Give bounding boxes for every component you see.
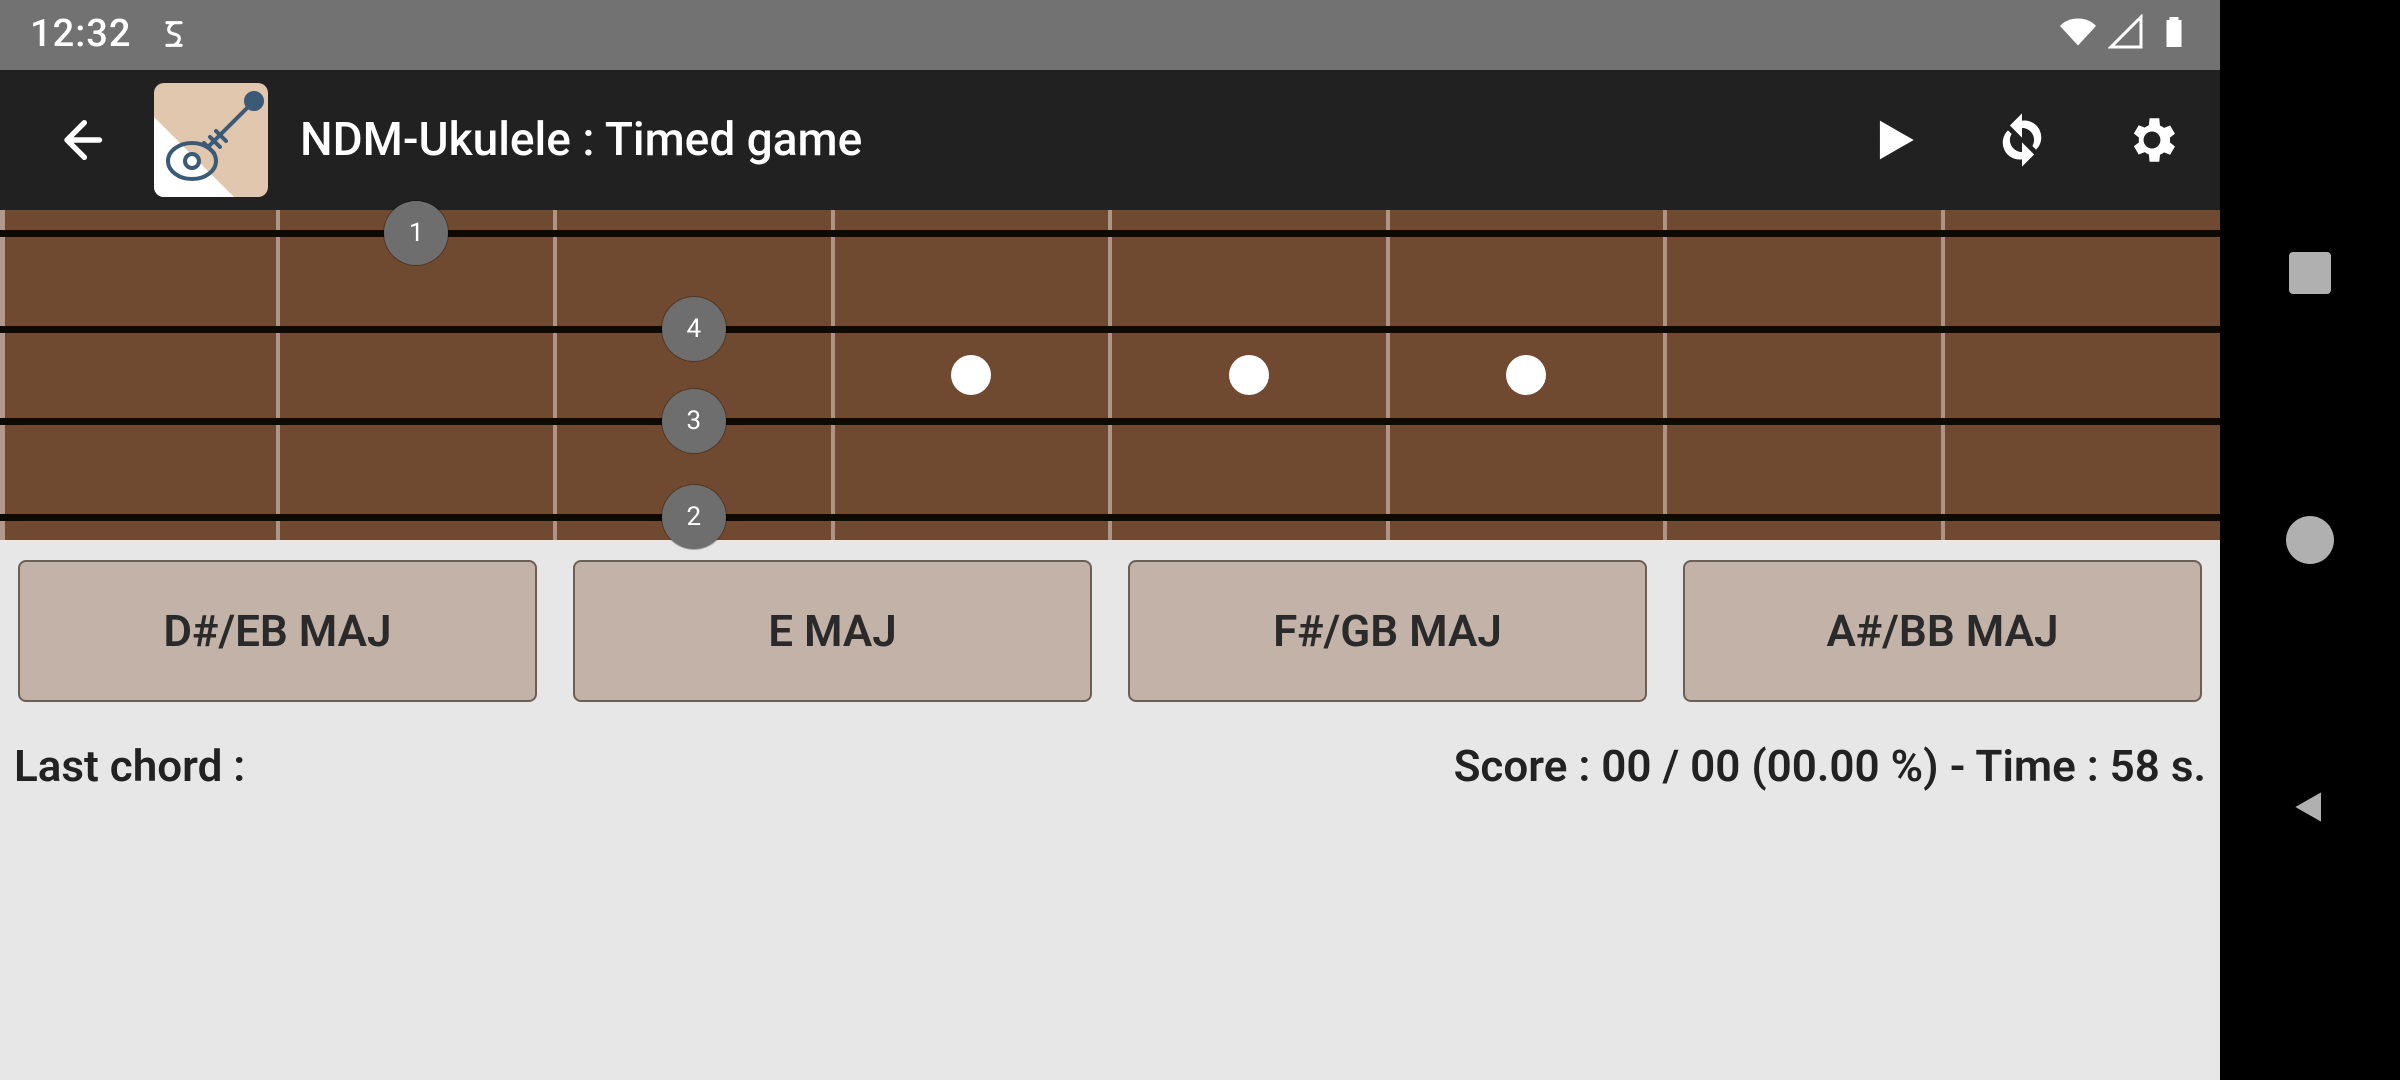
nav-back-button[interactable] — [2282, 779, 2338, 835]
footer: Last chord : Score : 00 / 00 (00.00 %) -… — [14, 740, 2206, 792]
app-actions — [1860, 108, 2184, 172]
string-line — [0, 418, 2220, 425]
finger-marker: 2 — [662, 485, 726, 549]
string-line — [0, 326, 2220, 333]
fret-inlay — [951, 355, 991, 395]
app-title: NDM-Ukulele : Timed game — [300, 113, 862, 167]
fret-inlay — [1506, 355, 1546, 395]
fret-inlay — [1229, 355, 1269, 395]
status-left: 12:32 — [30, 12, 191, 56]
fretboard[interactable]: 1432 — [0, 210, 2220, 540]
finger-marker: 4 — [662, 297, 726, 361]
battery-icon — [2156, 14, 2192, 50]
fret-line — [276, 210, 280, 540]
fret-line — [1663, 210, 1667, 540]
nav-recents-button[interactable] — [2282, 245, 2338, 301]
system-nav-bar — [2220, 0, 2400, 1080]
settings-button[interactable] — [2120, 108, 2184, 172]
score-time-text: Score : 00 / 00 (00.00 %) - Time : 58 s. — [1454, 740, 2206, 792]
status-app-icon — [157, 17, 191, 51]
signal-icon — [2108, 14, 2144, 50]
status-right — [2060, 14, 2192, 50]
refresh-button[interactable] — [1990, 108, 2054, 172]
fret-line — [831, 210, 835, 540]
string-line — [0, 514, 2220, 521]
status-bar: 12:32 — [0, 0, 2220, 70]
answer-button-2[interactable]: F#/GB MAJ — [1128, 560, 1647, 702]
answer-button-3[interactable]: A#/BB MAJ — [1683, 560, 2202, 702]
finger-marker: 1 — [384, 201, 448, 265]
fret-line — [1108, 210, 1112, 540]
answer-button-1[interactable]: E MAJ — [573, 560, 1092, 702]
fret-line — [1941, 210, 1945, 540]
status-clock: 12:32 — [30, 12, 131, 56]
finger-marker: 3 — [662, 389, 726, 453]
back-button[interactable] — [36, 96, 124, 184]
last-chord-label: Last chord : — [14, 740, 245, 792]
app-screen: 12:32 — [0, 0, 2220, 1080]
app-logo — [154, 83, 268, 197]
app-bar: NDM-Ukulele : Timed game — [0, 70, 2220, 210]
wifi-icon — [2060, 14, 2096, 50]
answer-row: D#/EB MAJ E MAJ F#/GB MAJ A#/BB MAJ — [18, 560, 2202, 702]
play-button[interactable] — [1860, 108, 1924, 172]
nut — [0, 210, 5, 540]
string-line — [0, 230, 2220, 237]
nav-home-button[interactable] — [2282, 512, 2338, 568]
fret-line — [1386, 210, 1390, 540]
answer-button-0[interactable]: D#/EB MAJ — [18, 560, 537, 702]
fret-line — [553, 210, 557, 540]
